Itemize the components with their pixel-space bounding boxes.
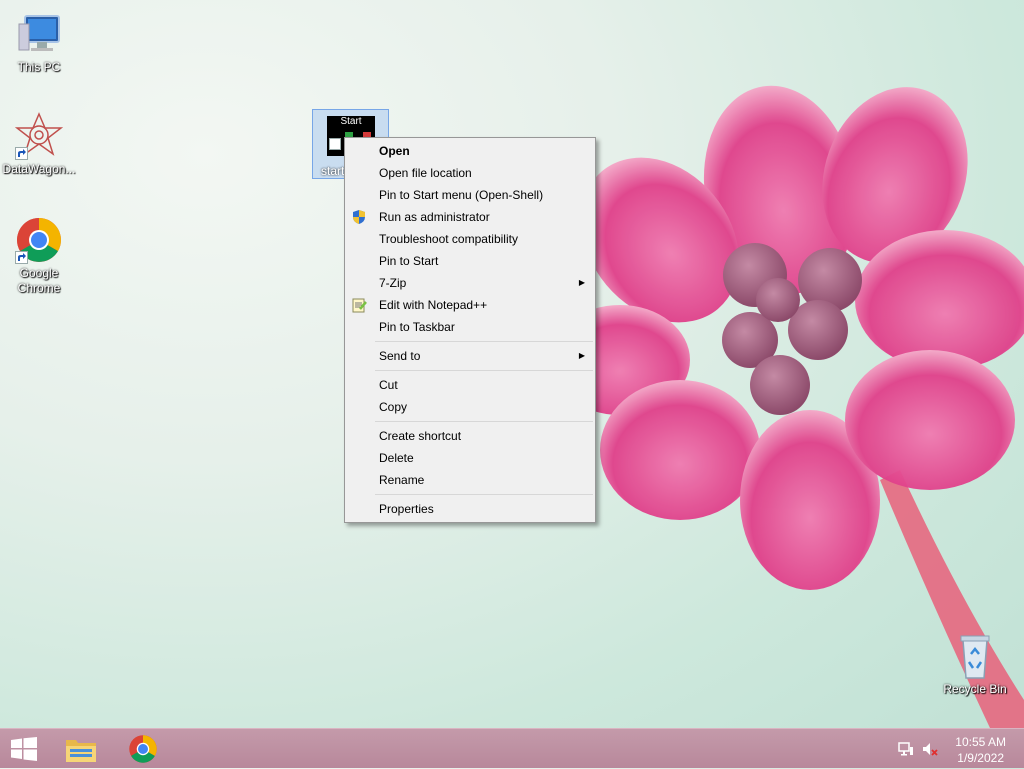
context-menu: Open Open file location Pin to Start men… [344,137,596,523]
computer-icon [15,10,63,58]
taskbar-clock[interactable]: 10:55 AM 1/9/2022 [955,734,1006,766]
menu-item-open-file-location[interactable]: Open file location [345,162,595,184]
menu-item-label: Edit with Notepad++ [379,298,488,312]
menu-item-troubleshoot-compatibility[interactable]: Troubleshoot compatibility [345,228,595,250]
menu-item-label: Pin to Start [379,254,439,268]
menu-separator [375,421,593,422]
menu-item-properties[interactable]: Properties [345,498,595,520]
menu-item-label: Properties [379,502,434,516]
desktop-icon-google-chrome[interactable]: Google Chrome [1,216,77,296]
desktop-icon-label: DataWagon... [2,162,76,176]
menu-item-edit-with-notepad-plus-plus[interactable]: Edit with Notepad++ [345,294,595,316]
desktop-icon-label: This PC [17,60,61,74]
desktop-icon-recycle-bin[interactable]: Recycle Bin [937,632,1013,697]
shortcut-arrow-icon [329,138,341,150]
menu-item-label: Cut [379,378,398,392]
clock-time: 10:55 AM [955,735,1006,749]
menu-item-send-to[interactable]: Send to ▶ [345,345,595,367]
menu-item-label: 7-Zip [379,276,407,290]
datawagon-icon [14,112,64,160]
menu-item-label: Run as administrator [379,210,490,224]
desktop-icon-this-pc[interactable]: This PC [1,10,77,75]
menu-item-label: Open file location [379,166,472,180]
menu-item-label: Open [379,144,410,158]
menu-item-label: Troubleshoot compatibility [379,232,518,246]
menu-item-7-zip[interactable]: 7-Zip ▶ [345,272,595,294]
menu-separator [375,341,593,342]
thumbnail-caption: Start [340,116,362,127]
chrome-icon [15,216,63,264]
menu-item-cut[interactable]: Cut [345,374,595,396]
desktop-icon-label: Recycle Bin [943,682,1007,696]
taskbar-chrome-button[interactable] [119,729,167,769]
menu-item-pin-to-taskbar[interactable]: Pin to Taskbar [345,316,595,338]
desktop-icon-label: start [321,164,345,178]
clock-date: 1/9/2022 [957,751,1004,765]
desktop-icon-datawagon[interactable]: DataWagon... [1,112,77,177]
menu-item-label: Copy [379,400,408,414]
menu-separator [375,494,593,495]
taskbar-file-explorer-button[interactable] [57,729,105,769]
notepad-plus-plus-icon [351,297,367,313]
submenu-arrow-icon: ▶ [578,278,585,287]
menu-item-label: Create shortcut [379,429,462,443]
shortcut-arrow-icon [15,147,28,160]
menu-item-copy[interactable]: Copy [345,396,595,418]
file-explorer-icon [65,735,97,768]
start-button[interactable] [0,729,48,769]
volume-muted-icon[interactable] [922,741,938,757]
menu-item-delete[interactable]: Delete [345,447,595,469]
menu-item-label: Rename [379,473,425,487]
chrome-icon [128,734,158,769]
menu-item-label: Pin to Taskbar [379,320,455,334]
menu-item-pin-to-start-menu-open-shell[interactable]: Pin to Start menu (Open-Shell) [345,184,595,206]
uac-shield-icon [351,209,367,225]
menu-item-label: Pin to Start menu (Open-Shell) [379,188,544,202]
menu-separator [375,370,593,371]
menu-item-open[interactable]: Open [345,140,595,162]
menu-item-label: Send to [379,349,421,363]
menu-item-rename[interactable]: Rename [345,469,595,491]
windows-logo-icon [11,737,37,766]
network-icon[interactable] [898,741,914,757]
desktop-icon-label: Google Chrome [17,266,61,295]
menu-item-run-as-administrator[interactable]: Run as administrator [345,206,595,228]
menu-item-create-shortcut[interactable]: Create shortcut [345,425,595,447]
shortcut-arrow-icon [15,251,28,264]
submenu-arrow-icon: ▶ [578,351,585,360]
recycle-bin-icon [951,632,999,680]
menu-item-label: Delete [379,451,414,465]
taskbar: 10:55 AM 1/9/2022 [0,728,1024,768]
menu-item-pin-to-start[interactable]: Pin to Start [345,250,595,272]
